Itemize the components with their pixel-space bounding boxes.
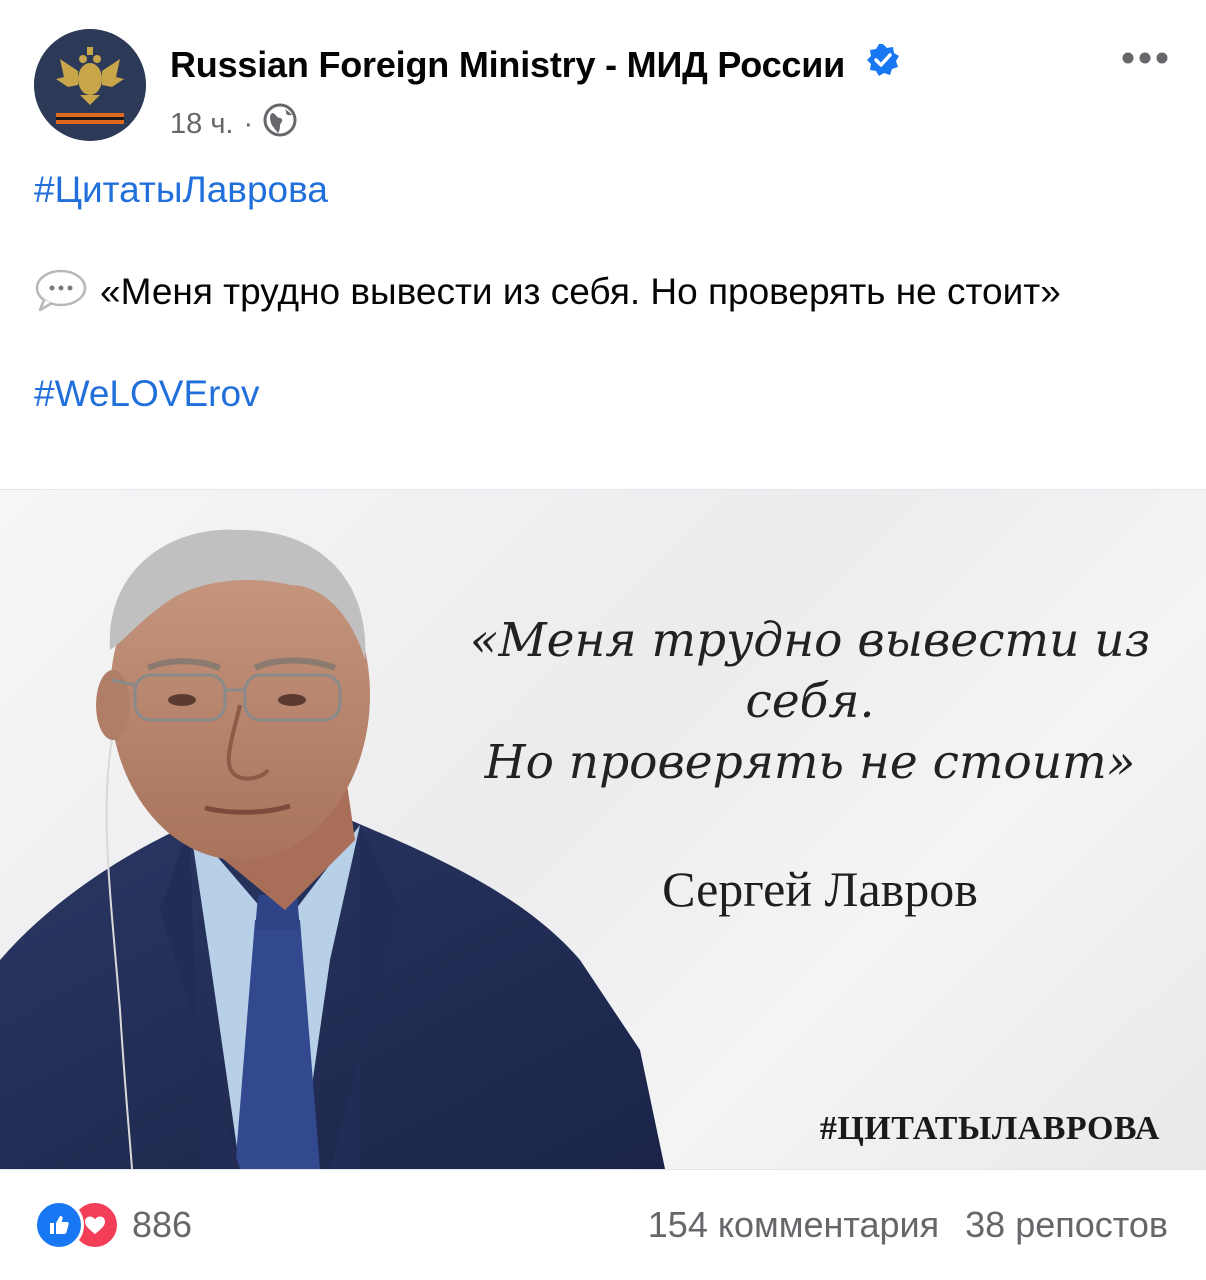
post-footer: 886 154 комментария 38 репостов <box>0 1190 1206 1260</box>
post-image[interactable]: «Меня трудно вывести из себя. Но проверя… <box>0 489 1206 1170</box>
post-quote: «Меня трудно вывести из себя. Но проверя… <box>34 266 1184 317</box>
speech-bubble-icon <box>34 268 88 312</box>
post-header: Russian Foreign Ministry - МИД России 18… <box>0 0 1206 160</box>
reactions-count[interactable]: 886 <box>132 1204 192 1246</box>
post-meta: 18 ч. · <box>170 103 297 145</box>
hashtag-link-2[interactable]: #WeLOVErov <box>34 368 260 419</box>
globe-icon[interactable] <box>263 103 297 145</box>
image-hashtag: #ЦИТАТЫЛАВРОВА <box>819 1110 1160 1147</box>
more-options-button[interactable] <box>1120 44 1170 72</box>
hashtag-link-1[interactable]: #ЦитатыЛаврова <box>34 164 328 215</box>
post-time[interactable]: 18 ч. <box>170 108 233 141</box>
comments-count-link[interactable]: 154 комментария <box>648 1204 939 1246</box>
shares-count-link[interactable]: 38 репостов <box>965 1204 1168 1246</box>
portrait-image <box>0 529 665 1169</box>
reactions-summary[interactable]: 886 <box>34 1200 192 1250</box>
verified-badge-icon <box>865 42 901 87</box>
post-stats: 154 комментария 38 репостов <box>648 1204 1168 1246</box>
like-icon <box>34 1200 84 1250</box>
image-quote: «Меня трудно вывести из себя. Но проверя… <box>430 610 1190 793</box>
image-quote-line-1: «Меня трудно вывести из себя. <box>469 613 1151 729</box>
page-name-link[interactable]: Russian Foreign Ministry - МИД России <box>170 42 901 90</box>
emblem-icon <box>34 29 146 141</box>
meta-separator: · <box>243 107 254 140</box>
more-dots-icon <box>1122 52 1168 64</box>
page-avatar[interactable] <box>34 29 146 141</box>
page-name[interactable]: Russian Foreign Ministry - МИД России <box>170 44 845 85</box>
post-text: #ЦитатыЛаврова «Меня трудно вывести из с… <box>34 164 1184 419</box>
quote-text: «Меня трудно вывести из себя. Но проверя… <box>100 271 1061 312</box>
image-author: Сергей Лавров <box>662 861 978 917</box>
image-quote-line-2: Но проверять не стоит» <box>484 735 1136 790</box>
